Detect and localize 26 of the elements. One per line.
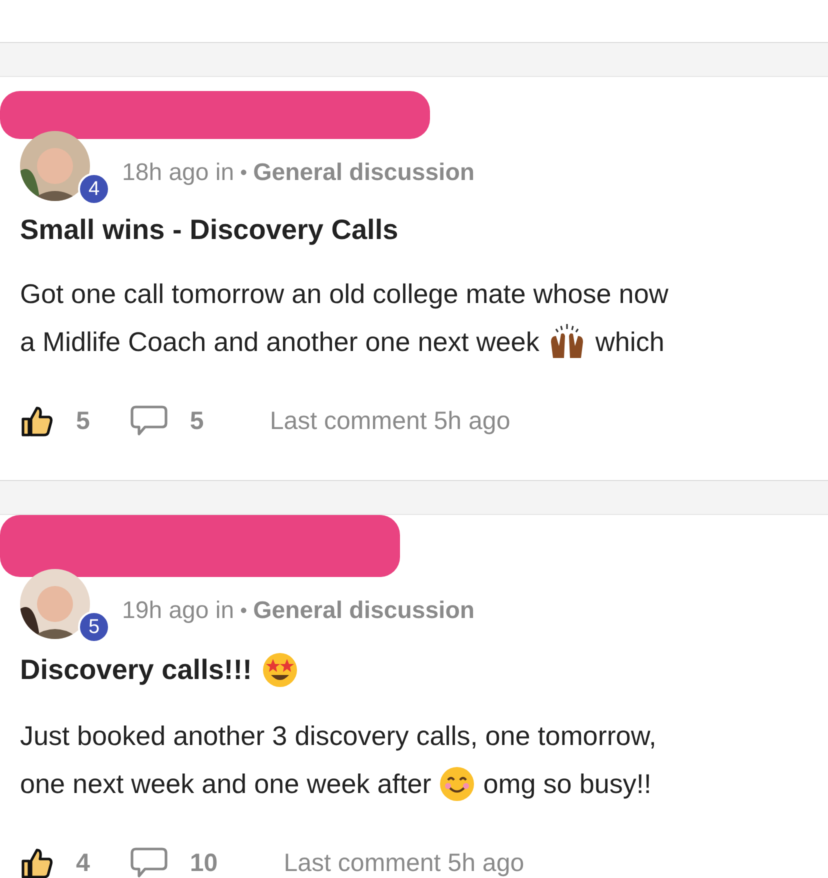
post-text: Got one call tomorrow an old college mate whose now bbox=[20, 278, 668, 311]
like-count: 5 bbox=[76, 406, 90, 436]
post-text: which bbox=[595, 326, 664, 359]
smiling-face-icon bbox=[439, 766, 476, 802]
post-text: one next week and one week after bbox=[20, 768, 432, 801]
level-badge: 5 bbox=[78, 611, 110, 643]
post-title[interactable]: Discovery calls!!! bbox=[20, 654, 252, 686]
post-time: 18h ago in bbox=[122, 159, 234, 187]
thumbs-up-icon[interactable] bbox=[20, 404, 54, 438]
level-badge: 4 bbox=[78, 173, 110, 205]
post-text: omg so busy!! bbox=[483, 768, 652, 801]
separator-dot: • bbox=[240, 162, 248, 184]
thumbs-up-icon[interactable] bbox=[20, 846, 54, 878]
post-time: 19h ago in bbox=[122, 597, 234, 625]
last-comment-time: Last comment 5h ago bbox=[284, 848, 524, 878]
comment-count: 5 bbox=[190, 406, 204, 436]
comment-icon[interactable] bbox=[130, 847, 168, 878]
comment-count: 10 bbox=[190, 848, 218, 878]
post-title[interactable]: Small wins - Discovery Calls bbox=[20, 214, 398, 246]
last-comment-time: Last comment 5h ago bbox=[270, 406, 510, 436]
comment-icon[interactable] bbox=[130, 405, 168, 437]
like-count: 4 bbox=[76, 848, 90, 878]
post-text: Just booked another 3 discovery calls, one tomorrow, bbox=[20, 720, 656, 753]
post-text: a Midlife Coach and another one next week bbox=[20, 326, 540, 359]
separator-dot: • bbox=[240, 600, 248, 622]
star-eyed-face-icon bbox=[262, 652, 298, 688]
